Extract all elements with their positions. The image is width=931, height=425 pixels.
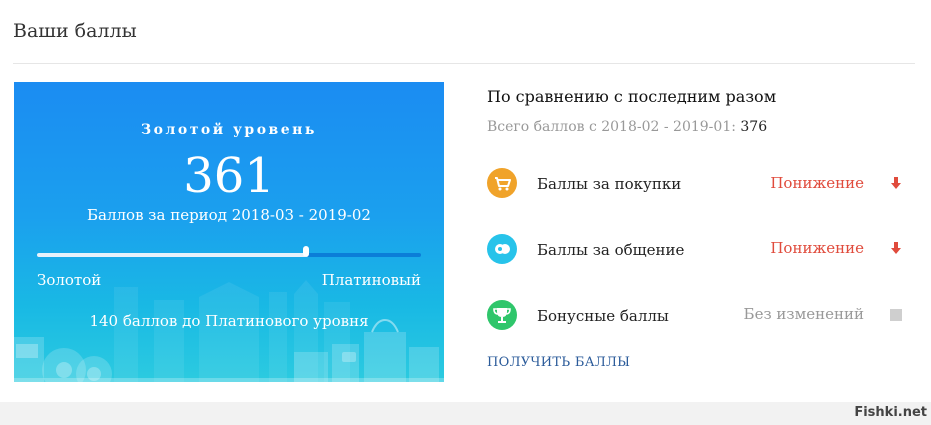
level-card: Золотой уровень 361 Баллов за период 201… — [14, 82, 444, 382]
level-progress-bar — [37, 246, 421, 257]
divider — [13, 63, 915, 64]
points-to-next-level: 140 баллов до Платинового уровня — [89, 312, 369, 330]
trophy-icon — [487, 300, 517, 330]
progress-fill — [37, 253, 306, 257]
arrow-down-icon — [891, 242, 901, 254]
chat-icon — [487, 234, 517, 264]
row-label-purchases: Баллы за покупки — [537, 175, 682, 193]
footer-bar — [0, 402, 931, 425]
total-label: Всего баллов с 2018-02 - 2019-01: — [487, 119, 736, 135]
level-title: Золотой уровень — [141, 122, 317, 138]
progress-knob — [302, 246, 309, 257]
comparison-total: Всего баллов с 2018-02 - 2019-01: 376 — [487, 119, 767, 135]
cart-icon — [487, 168, 517, 198]
row-label-communication: Баллы за общение — [537, 241, 685, 259]
row-status-communication: Понижение — [770, 239, 864, 257]
row-status-bonus: Без изменений — [743, 305, 864, 323]
arrow-down-icon — [891, 177, 901, 189]
current-level-label: Золотой — [37, 271, 102, 289]
comparison-title: По сравнению с последним разом — [487, 87, 777, 106]
row-status-purchases: Понижение — [770, 174, 864, 192]
page-title: Ваши баллы — [13, 20, 137, 42]
total-value: 376 — [740, 119, 768, 135]
get-points-link[interactable]: ПОЛУЧИТЬ БАЛЛЫ — [487, 355, 630, 370]
next-level-label: Платиновый — [321, 271, 421, 289]
period-text: Баллов за период 2018-03 - 2019-02 — [87, 206, 371, 224]
watermark: Fishki.net — [854, 405, 927, 420]
points-value: 361 — [183, 148, 275, 204]
no-change-icon — [890, 309, 902, 321]
row-label-bonus: Бонусные баллы — [537, 307, 669, 325]
